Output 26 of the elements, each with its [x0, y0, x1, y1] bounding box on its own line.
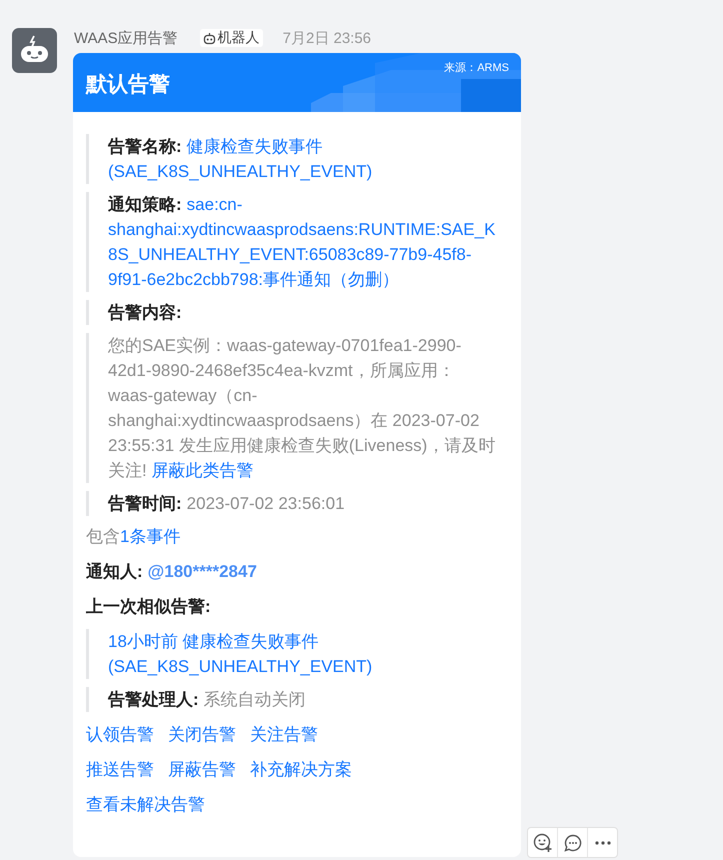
field-text: 告警名称: 健康检查失败事件(SAE_K8S_UNHEALTHY_EVENT): [108, 136, 374, 183]
message-time: 7月2日 23:56: [282, 28, 372, 48]
alert-content: 您的SAE实例：waas-gateway-0701fea1-2990-42d1-9890-2468ef35c4ea-kvzmt，所属应用：waas-gateway（cn-shanghai:xydtincwaasprodsaens）在 2023-07-02 23:55:31 发生应用健康检查失败(Liveness)，请及时关注! 屏蔽此类告警: [108, 335, 496, 482]
similar-alert-link[interactable]: 18小时前 健康检查失败事件(SAE_K8S_UNHEALTHY_EVENT): [108, 629, 499, 679]
event-count-label: 包含: [86, 527, 120, 546]
source-label: 来源：ARMS: [444, 61, 509, 75]
bot-badge: 机器人: [200, 29, 263, 47]
bot-avatar-icon: [12, 28, 57, 73]
event-count-link[interactable]: 1条事件: [120, 527, 180, 546]
mute-alerts-link[interactable]: 屏蔽此类告警: [151, 461, 254, 480]
similar-label: 上一次相似告警:: [86, 596, 212, 618]
sender-name: WAAS应用告警: [74, 28, 178, 48]
action-link[interactable]: 补充解决方案: [250, 757, 352, 782]
field-text: 告警时间: 2023-07-02 23:56:01: [108, 493, 346, 515]
field-label: 告警内容:: [108, 302, 183, 324]
field-text: 通知策略: sae:cn-shanghai:xydtincwaasprodsaens:RUNTIME:SAE_K8S_UNHEALTHY_EVENT:65083c89-77b9-45f8-9f91-6e2bc2cbb798:事件通知（勿删）: [108, 194, 496, 291]
action-link[interactable]: 关注告警: [250, 722, 318, 747]
action-link[interactable]: 关闭告警: [168, 722, 236, 747]
action-link[interactable]: 查看未解决告警: [86, 792, 205, 817]
card-title: 默认告警: [86, 72, 170, 98]
mention-link[interactable]: @180****2847: [148, 562, 257, 581]
action-link[interactable]: 认领告警: [86, 722, 154, 747]
action-link[interactable]: 推送告警: [86, 757, 154, 782]
field-text: 告警处理人: 系统自动关闭: [108, 689, 307, 711]
action-link[interactable]: 屏蔽告警: [168, 757, 236, 782]
notifier-label: 通知人:: [86, 562, 143, 581]
